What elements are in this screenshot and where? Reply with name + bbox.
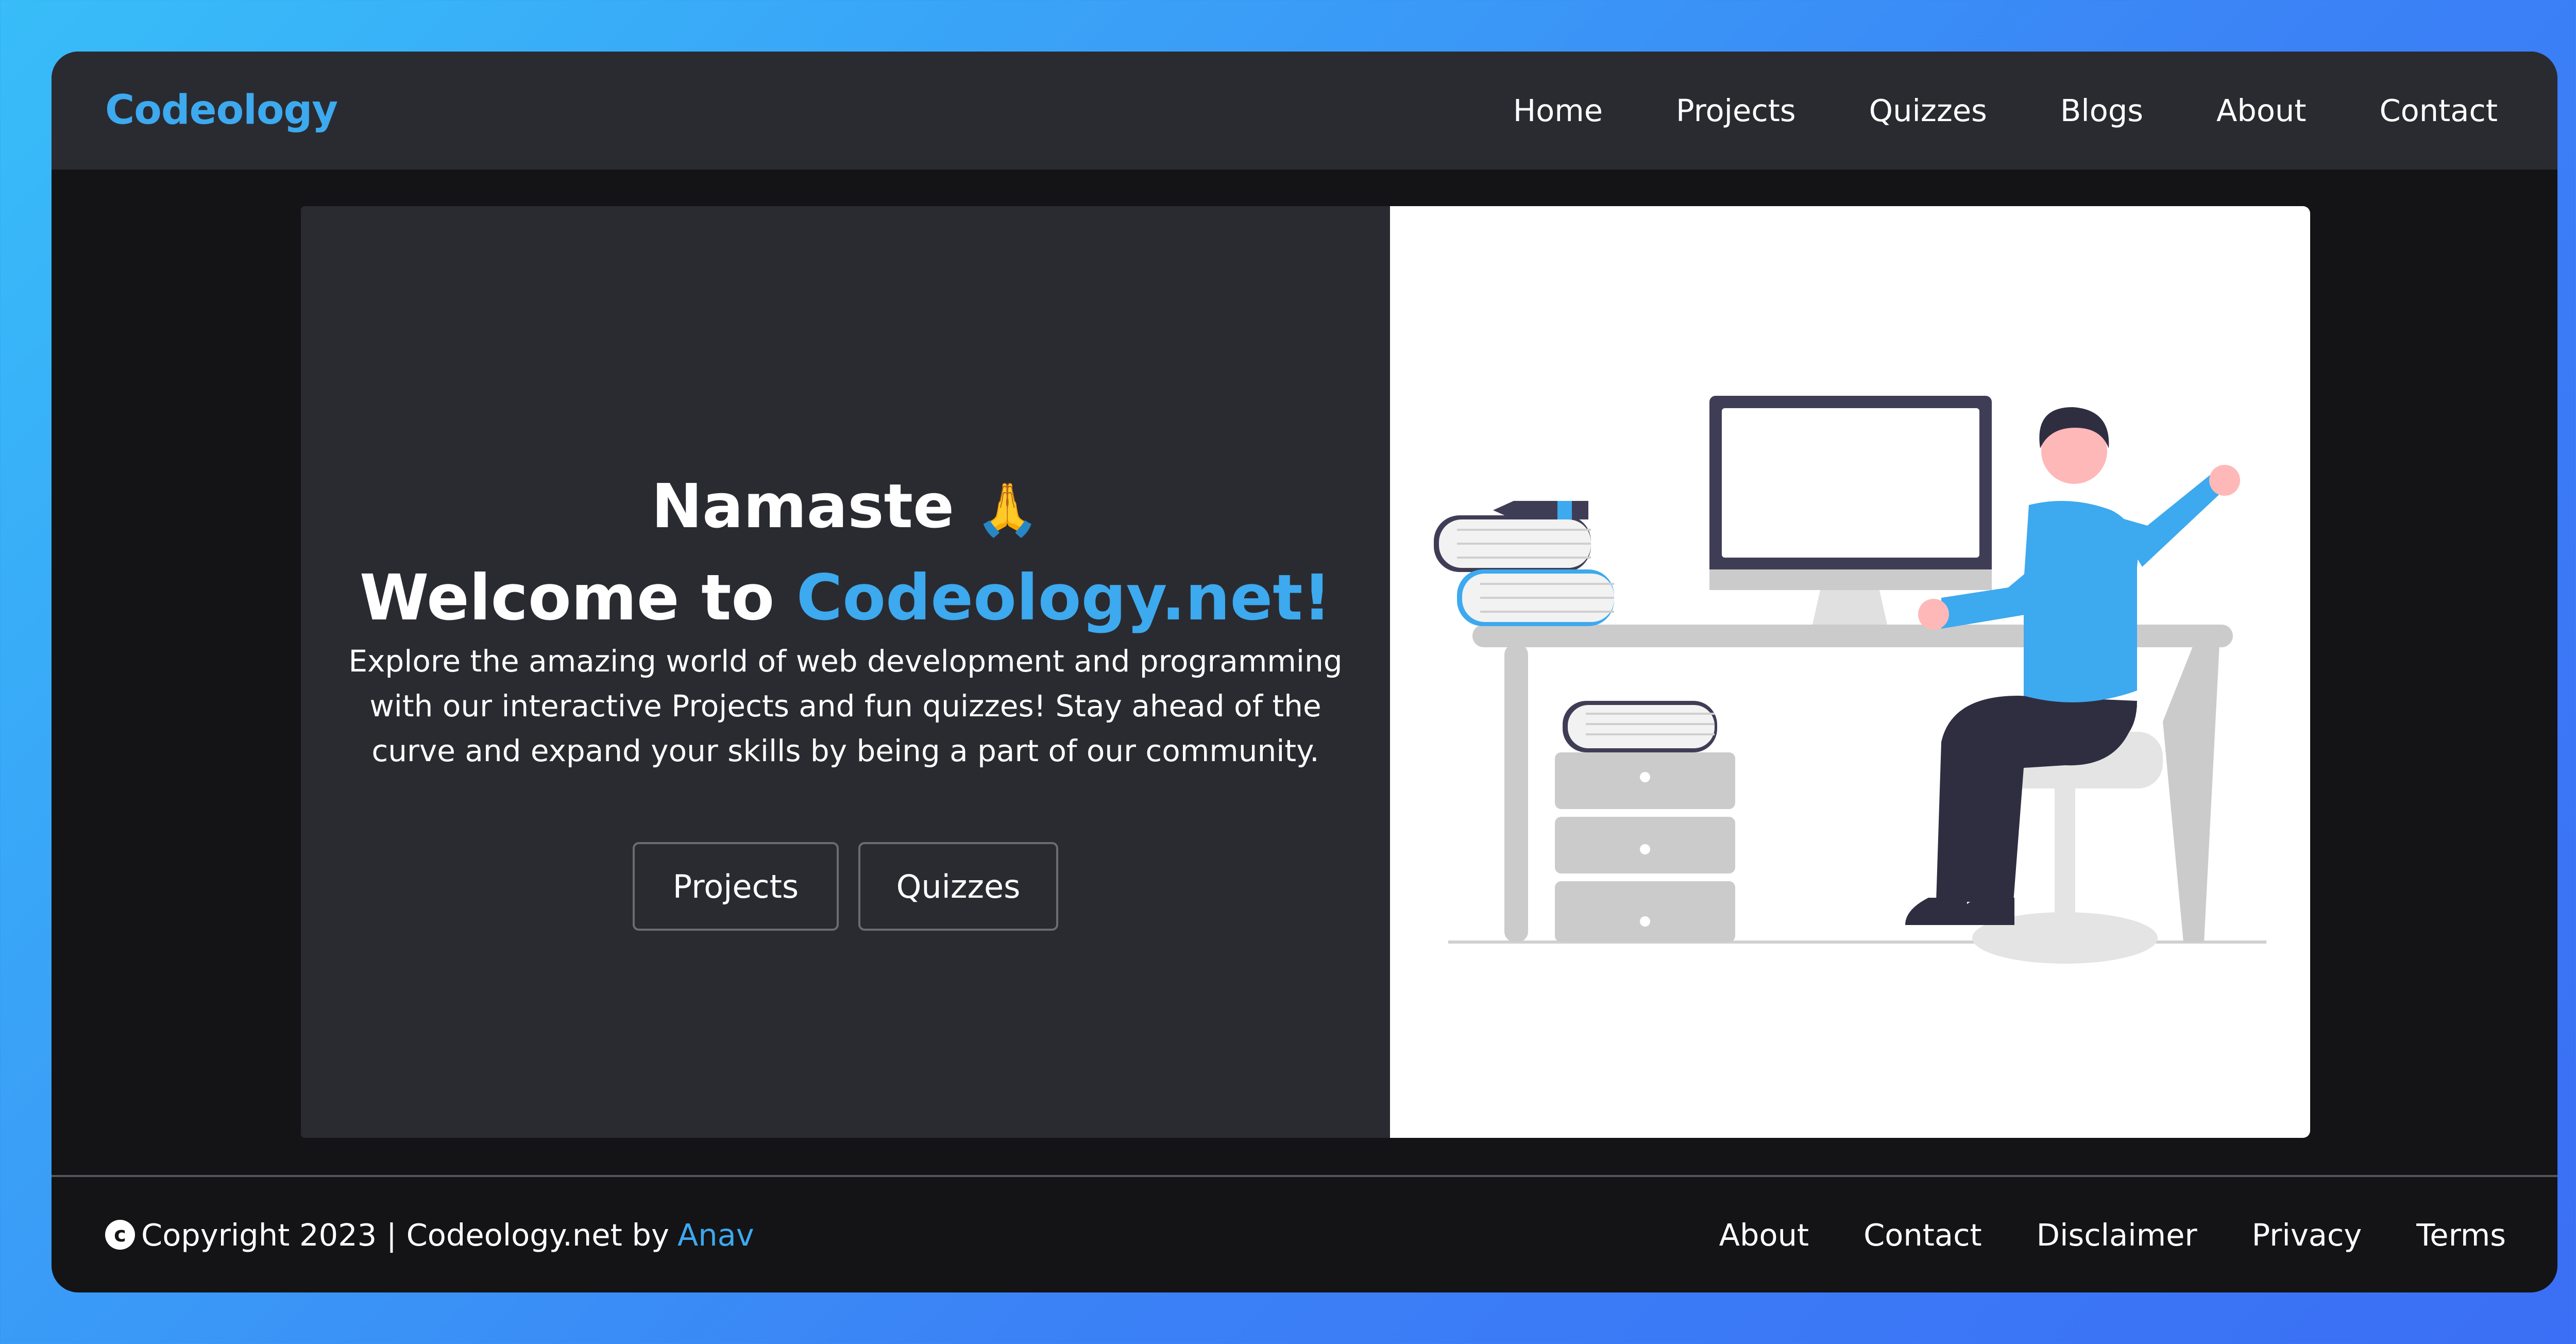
nav-link-home[interactable]: Home	[1513, 93, 1603, 128]
hero-text-panel: Namaste 🙏 Welcome to Codeology.net! Expl…	[301, 206, 1390, 1138]
copyright-icon: c	[105, 1220, 135, 1250]
footer-link-contact[interactable]: Contact	[1863, 1217, 1982, 1253]
footer-link-terms[interactable]: Terms	[2416, 1217, 2506, 1253]
folded-hands-icon: 🙏	[975, 479, 1040, 540]
hero-description: Explore the amazing world of web develop…	[348, 644, 1343, 768]
person-at-desk-illustration	[1434, 396, 2266, 964]
projects-button[interactable]: Projects	[633, 842, 839, 931]
greeting-heading: Namaste 🙏	[301, 470, 1390, 546]
copyright-text: Copyright 2023 | Codeology.net by	[141, 1217, 669, 1253]
greeting-text: Namaste	[651, 471, 955, 542]
footer-links: About Contact Disclaimer Privacy Terms	[1665, 1177, 2506, 1292]
footer-link-disclaimer[interactable]: Disclaimer	[2037, 1217, 2197, 1253]
quizzes-button[interactable]: Quizzes	[858, 842, 1058, 931]
browser-window: Codeology Home Projects Quizzes Blogs Ab…	[52, 52, 2557, 1292]
copyright-notice: c Copyright 2023 | Codeology.net by Anav	[105, 1177, 754, 1292]
footer-link-about[interactable]: About	[1719, 1217, 1809, 1253]
welcome-prefix: Welcome to	[359, 561, 775, 634]
nav-links: Home Projects Quizzes Blogs About Contac…	[1440, 52, 2498, 170]
footer-link-privacy[interactable]: Privacy	[2252, 1217, 2362, 1253]
footer: c Copyright 2023 | Codeology.net by Anav…	[52, 1177, 2557, 1292]
nav-link-quizzes[interactable]: Quizzes	[1869, 93, 1987, 128]
nav-link-projects[interactable]: Projects	[1676, 93, 1796, 128]
nav-link-blogs[interactable]: Blogs	[2060, 93, 2143, 128]
nav-link-about[interactable]: About	[2216, 93, 2306, 128]
hero-section: Namaste 🙏 Welcome to Codeology.net! Expl…	[301, 206, 2310, 1138]
brand-logo[interactable]: Codeology	[105, 52, 338, 170]
author-link[interactable]: Anav	[677, 1217, 754, 1253]
welcome-site-name: Codeology.net!	[796, 561, 1332, 634]
hero-illustration-panel	[1390, 206, 2310, 1138]
navbar: Codeology Home Projects Quizzes Blogs Ab…	[52, 52, 2557, 170]
welcome-heading: Welcome to Codeology.net!	[301, 559, 1390, 636]
hero-buttons: Projects Quizzes	[301, 842, 1390, 931]
nav-link-contact[interactable]: Contact	[2379, 93, 2498, 128]
